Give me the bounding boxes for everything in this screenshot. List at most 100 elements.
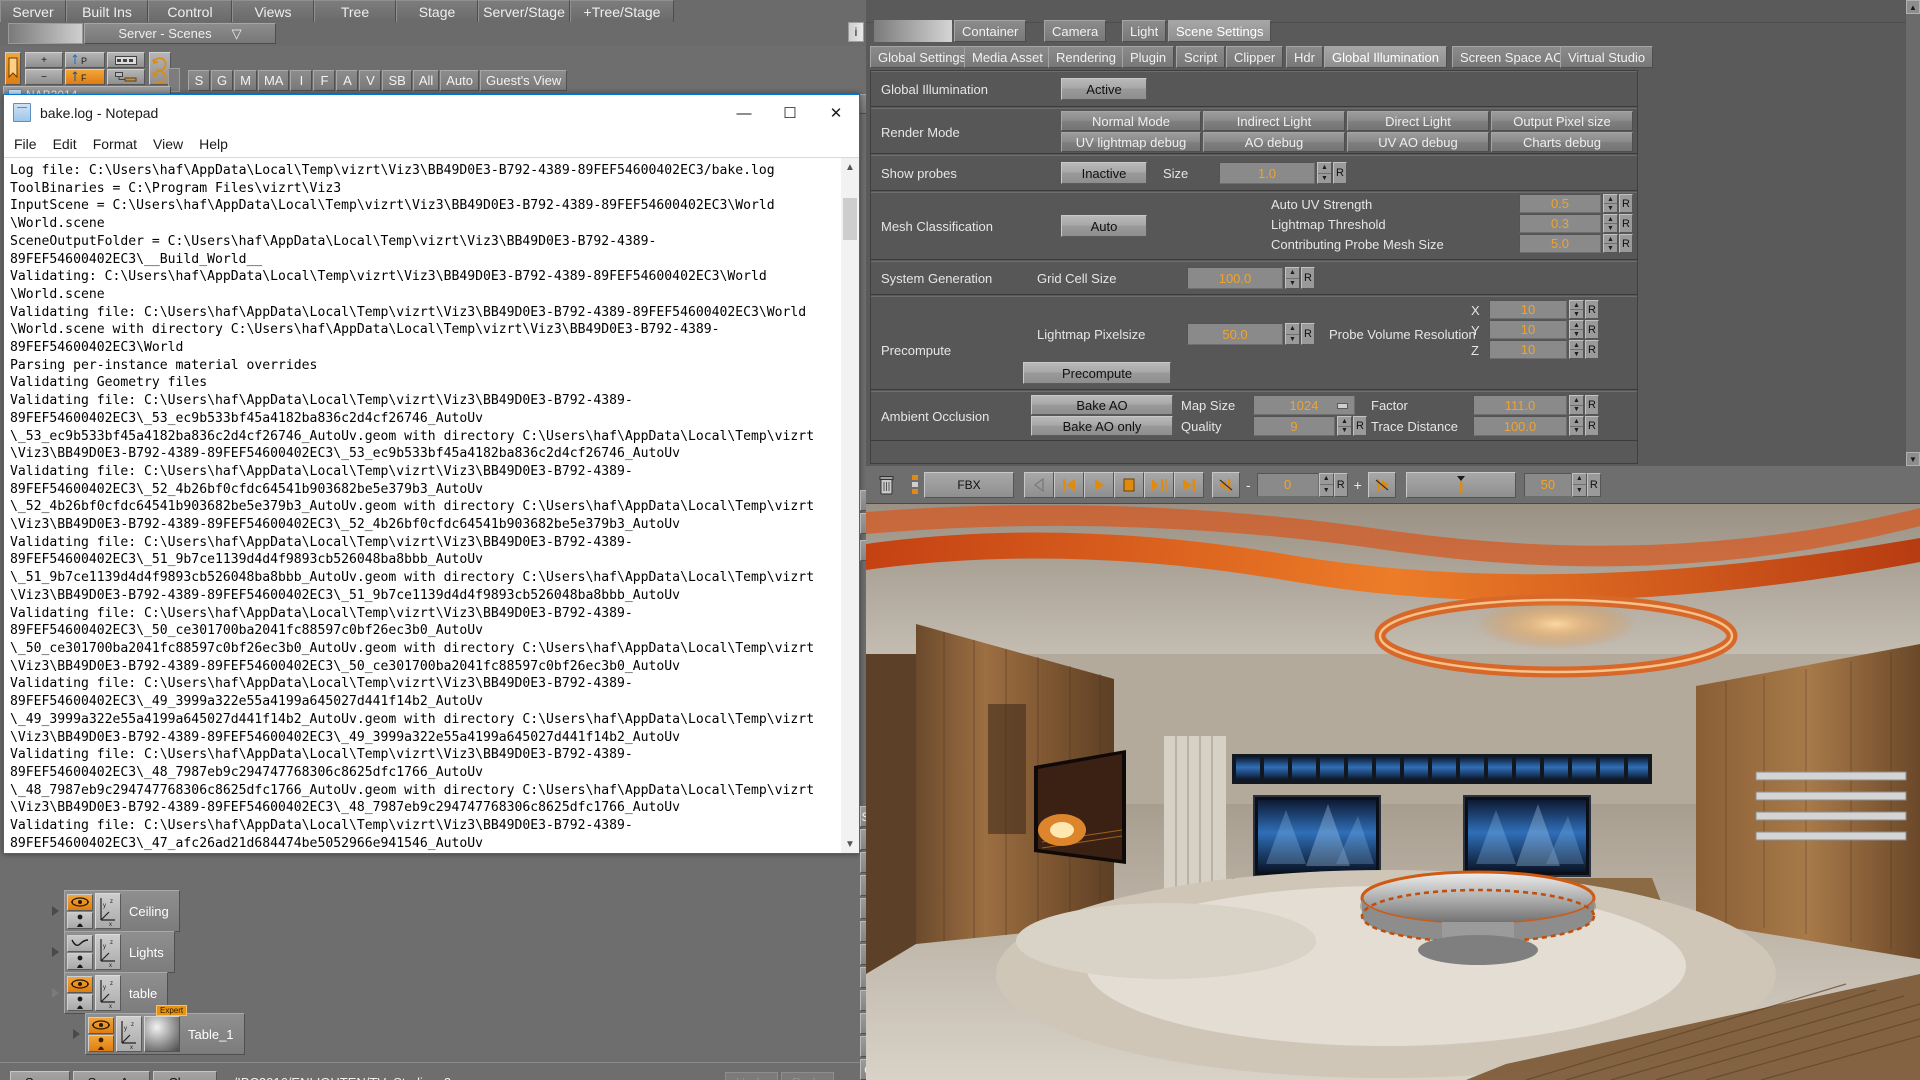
probe-res-y-field[interactable]: 10 xyxy=(1489,320,1567,339)
studio-3d-render[interactable] xyxy=(866,504,1920,1080)
info-icon-box[interactable]: i xyxy=(848,22,864,42)
frame-field[interactable]: 0 xyxy=(1256,472,1319,497)
render-mode-output-pixel-size[interactable]: Output Pixel size xyxy=(1491,111,1633,131)
lightmap-pixelsize-field[interactable]: 50.0 xyxy=(1187,323,1283,345)
lightmap-pixelsize-reset[interactable]: R xyxy=(1301,323,1315,345)
stepper-up-icon[interactable]: ▲ xyxy=(1286,324,1299,335)
stepper-down-icon[interactable]: ▼ xyxy=(1570,427,1583,436)
scroll-up-icon[interactable]: ▲ xyxy=(1906,0,1920,14)
render-viewport[interactable]: FBX - 0 ▲ ▼ R + 50 ▲ ▼ R xyxy=(866,466,1920,1080)
new-folder-icon[interactable]: F xyxy=(65,69,105,85)
tree-node-ceiling[interactable]: y z x Ceiling xyxy=(64,890,180,932)
notepad-window[interactable]: bake.log - Notepad — ☐ ✕ File Edit Forma… xyxy=(3,94,860,854)
scroll-up-icon[interactable]: ▲ xyxy=(841,158,859,176)
tree-row[interactable]: y z x Expert Table_1 xyxy=(73,1005,245,1055)
eye-icon[interactable] xyxy=(88,1016,114,1034)
scenes-gradient-handle[interactable] xyxy=(8,23,83,44)
stepper-down-icon[interactable]: ▼ xyxy=(1570,330,1583,338)
stepper-up-icon[interactable]: ▲ xyxy=(1286,268,1299,279)
tree-view-icon[interactable] xyxy=(107,69,145,85)
save-button[interactable]: Save xyxy=(10,1070,70,1080)
probe-res-y-stepper[interactable]: ▲ ▼ xyxy=(1569,320,1584,339)
jump-start-button[interactable] xyxy=(1054,471,1084,498)
person-icon[interactable] xyxy=(67,993,93,1011)
list-view-icon[interactable] xyxy=(107,52,145,68)
stepper-down-icon[interactable]: ▼ xyxy=(1573,485,1586,496)
probe-size-reset[interactable]: R xyxy=(1333,162,1347,184)
axis-icon[interactable]: y z x xyxy=(116,1016,142,1052)
global-illumination-toggle[interactable]: Active xyxy=(1061,78,1147,100)
menu-control[interactable]: Control xyxy=(148,0,232,22)
probe-res-z-reset[interactable]: R xyxy=(1585,340,1599,359)
speed-reset[interactable]: R xyxy=(1586,472,1601,497)
notepad-title-bar[interactable]: bake.log - Notepad — ☐ ✕ xyxy=(4,95,859,131)
curve-icon[interactable] xyxy=(67,934,93,952)
bake-ao-only-button[interactable]: Bake AO only xyxy=(1031,416,1173,436)
stepper-up-icon[interactable]: ▲ xyxy=(1319,474,1333,485)
notepad-menu-edit[interactable]: Edit xyxy=(53,136,77,152)
stepper-down-icon[interactable]: ▼ xyxy=(1604,244,1617,252)
frame-decrement[interactable]: - xyxy=(1246,477,1251,493)
stepper-down-icon[interactable]: ▼ xyxy=(1570,350,1583,358)
expand-arrow-icon[interactable] xyxy=(52,906,59,916)
marker-in-button[interactable] xyxy=(1212,471,1240,498)
expand-arrow-icon[interactable] xyxy=(73,1029,80,1039)
frame-stepper[interactable]: ▲ ▼ xyxy=(1318,472,1334,497)
marker-out-button[interactable] xyxy=(1367,471,1396,498)
notepad-scrollbar[interactable]: ▲ ▼ xyxy=(841,158,859,853)
save-as-button[interactable]: Save As xyxy=(72,1070,151,1080)
lightmap-threshold-reset[interactable]: R xyxy=(1619,214,1633,233)
person-icon[interactable] xyxy=(67,911,93,929)
new-project-icon[interactable]: P xyxy=(65,52,105,68)
tab-camera[interactable]: Camera xyxy=(1044,20,1107,42)
tab-virtual-studio[interactable]: Virtual Studio xyxy=(1560,46,1654,68)
filter-auto[interactable]: Auto xyxy=(440,70,480,91)
map-size-dropdown[interactable]: 1024 xyxy=(1253,395,1355,415)
probe-size-stepper[interactable]: ▲ ▼ xyxy=(1317,162,1332,184)
filter-a[interactable]: A xyxy=(336,70,359,91)
filter-i[interactable]: I xyxy=(290,70,313,91)
probe-res-z-field[interactable]: 10 xyxy=(1489,340,1567,359)
render-mode-direct-light[interactable]: Direct Light xyxy=(1347,111,1489,131)
tab-rendering[interactable]: Rendering xyxy=(1048,46,1124,68)
minimize-icon[interactable]: — xyxy=(721,95,767,131)
auto-uv-strength-field[interactable]: 0.5 xyxy=(1519,194,1601,213)
menu-stage[interactable]: Stage xyxy=(396,0,478,22)
grid-cell-size-field[interactable]: 100.0 xyxy=(1187,267,1283,289)
render-mode-uv-ao-debug[interactable]: UV AO debug xyxy=(1347,132,1489,152)
frame-reset[interactable]: R xyxy=(1333,472,1348,497)
timeline-cursor-button[interactable] xyxy=(1405,471,1516,498)
scroll-down-icon[interactable]: ▼ xyxy=(841,835,859,853)
menu-built-ins[interactable]: Built Ins xyxy=(66,0,148,22)
axis-icon[interactable]: y z x xyxy=(95,975,121,1011)
step-back-button[interactable] xyxy=(1024,471,1054,498)
redo-button[interactable]: Redo xyxy=(780,1071,834,1080)
frame-increment[interactable]: + xyxy=(1354,477,1362,493)
person-icon[interactable] xyxy=(67,952,93,970)
menu-server[interactable]: Server xyxy=(0,0,66,22)
scroll-down-icon[interactable]: ▼ xyxy=(1906,452,1920,466)
tab-scene-settings[interactable]: Scene Settings xyxy=(1168,20,1272,42)
stepper-down-icon[interactable]: ▼ xyxy=(1604,204,1617,212)
tree-node-table[interactable]: y z x table xyxy=(64,972,169,1014)
undo-button[interactable]: Undo xyxy=(724,1071,778,1080)
factor-stepper[interactable]: ▲ ▼ xyxy=(1569,395,1584,415)
tree-row[interactable]: y z x Lights xyxy=(52,931,175,973)
notepad-menu-file[interactable]: File xyxy=(14,136,37,152)
notepad-menu-help[interactable]: Help xyxy=(199,136,228,152)
stepper-down-icon[interactable]: ▼ xyxy=(1318,174,1331,184)
tree-row[interactable]: y z x table xyxy=(52,972,169,1014)
speed-field[interactable]: 50 xyxy=(1523,472,1572,497)
stepper-up-icon[interactable]: ▲ xyxy=(1604,195,1617,204)
trace-distance-reset[interactable]: R xyxy=(1585,416,1599,436)
contributing-probe-mesh-size-stepper[interactable]: ▲ ▼ xyxy=(1603,234,1618,253)
stepper-up-icon[interactable]: ▲ xyxy=(1570,396,1583,406)
drag-grip-icon[interactable] xyxy=(912,473,918,497)
play-to-end-button[interactable] xyxy=(1144,471,1174,498)
auto-uv-strength-stepper[interactable]: ▲ ▼ xyxy=(1603,194,1618,213)
tab-container[interactable]: Container xyxy=(954,20,1027,42)
bake-ao-button[interactable]: Bake AO xyxy=(1031,395,1173,415)
stepper-up-icon[interactable]: ▲ xyxy=(1570,321,1583,330)
quality-stepper[interactable]: ▲ ▼ xyxy=(1337,416,1352,436)
grid-cell-size-reset[interactable]: R xyxy=(1301,267,1315,289)
